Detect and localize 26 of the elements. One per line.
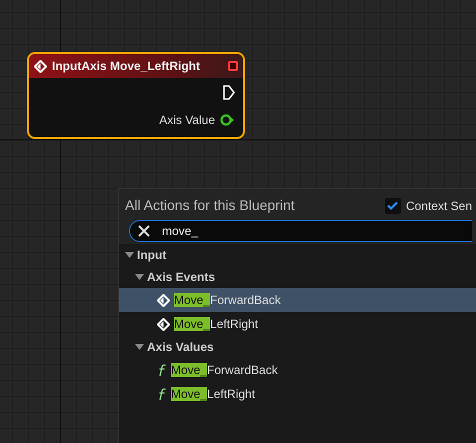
clear-icon[interactable] [138, 225, 150, 237]
expand-arrow-icon[interactable] [125, 252, 134, 258]
category-row[interactable]: Axis Events [119, 266, 476, 288]
exec-pin[interactable] [223, 84, 235, 100]
event-icon [34, 60, 47, 72]
event-node[interactable]: InputAxis Move_LeftRight Axis Value [27, 52, 245, 139]
event-icon [157, 294, 170, 306]
event-icon [157, 318, 170, 330]
category-label: Axis Values [147, 339, 214, 356]
category-label: Input [137, 247, 166, 264]
panel-title: All Actions for this Blueprint [125, 196, 295, 215]
checkbox-label: Context Sen [406, 198, 472, 214]
float-pin[interactable] [220, 114, 235, 126]
function-icon [157, 388, 167, 400]
pin-label: Axis Value [159, 112, 215, 129]
search-field[interactable]: move_ [162, 222, 442, 240]
function-icon [157, 364, 167, 376]
node-title: InputAxis Move_LeftRight [52, 58, 202, 75]
category-row[interactable]: Input [119, 244, 476, 266]
context-checkbox[interactable] [384, 198, 401, 214]
delegate-pin[interactable] [228, 61, 238, 71]
expand-arrow-icon[interactable] [135, 344, 144, 350]
search-bar[interactable]: move_ [129, 220, 472, 242]
expand-arrow-icon[interactable] [135, 274, 144, 280]
category-label: Axis Events [147, 269, 216, 286]
category-row[interactable]: Axis Values [119, 336, 476, 358]
